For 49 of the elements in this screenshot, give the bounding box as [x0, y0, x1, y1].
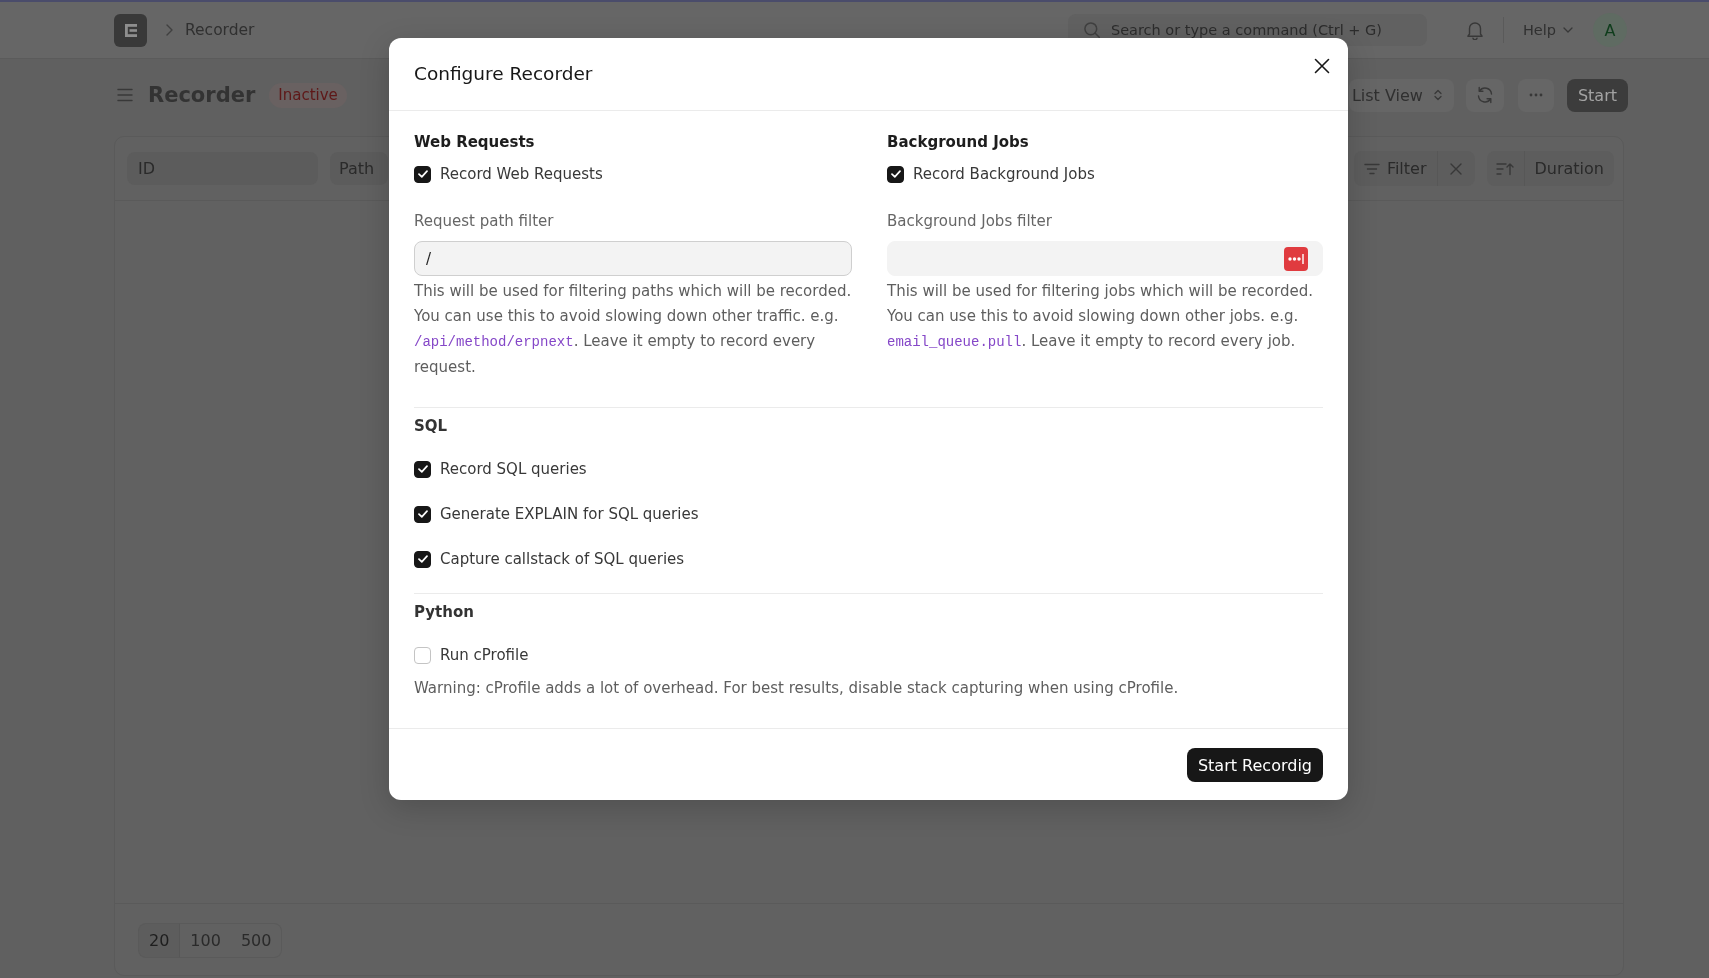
- logo-icon[interactable]: [114, 13, 147, 47]
- help-text: This will be used for filtering paths which will be recorded. You can use this to avoid slowing down other traffic. e.g. /api/method/erpnext. Leave it empty to record every request.: [414, 281, 852, 378]
- search-icon: [1083, 22, 1100, 38]
- refresh-icon: [1475, 86, 1494, 104]
- section-heading: Python: [414, 602, 475, 623]
- status-badge: Inactive: [269, 82, 347, 108]
- caret-down-icon: [1563, 27, 1573, 33]
- text-input[interactable]: [887, 241, 1323, 276]
- text-input[interactable]: /: [414, 241, 852, 276]
- checkmark-icon: [890, 170, 901, 178]
- user-avatar[interactable]: A: [1593, 13, 1627, 47]
- checkmark-icon: [417, 510, 428, 518]
- up-down-chevron-icon: [1433, 89, 1442, 101]
- checkbox[interactable]: [414, 460, 431, 478]
- checkbox[interactable]: [414, 550, 431, 568]
- checkbox-label: Record Web Requests: [440, 164, 603, 185]
- checkbox-label: Record Background Jobs: [913, 164, 1095, 185]
- refresh-button[interactable]: [1465, 78, 1504, 112]
- warning-text: Warning: cProfile adds a lot of overhead. For best results, disable stack capturing when using cProfile.: [414, 678, 1180, 699]
- checkmark-icon: [417, 170, 428, 178]
- start-recording-button[interactable]: Start Recordig: [1186, 748, 1323, 782]
- more-icon: [1528, 93, 1543, 97]
- checkbox[interactable]: [887, 165, 904, 183]
- field-label: Request path filter: [414, 211, 555, 232]
- dialog-title: Configure Recorder: [414, 62, 593, 86]
- checkbox-label: Capture callstack of SQL queries: [440, 549, 685, 570]
- checkmark-icon: [417, 465, 428, 473]
- checkbox-label: Generate EXPLAIN for SQL queries: [440, 504, 699, 525]
- chevron-right-icon: [166, 24, 173, 36]
- close-icon: [1449, 162, 1462, 175]
- page-size-button[interactable]: 100: [180, 923, 231, 958]
- sort-icon: [1495, 161, 1514, 176]
- checkmark-icon: [417, 555, 428, 563]
- checkbox-label: Run cProfile: [440, 645, 529, 666]
- checkbox[interactable]: [414, 165, 431, 183]
- checkbox-label: Record SQL queries: [440, 459, 587, 480]
- checkbox[interactable]: [414, 505, 431, 523]
- help-text: This will be used for filtering jobs which will be recorded. You can use this to avoid slowing down other jobs. e.g. email_queue.pull. Leave it empty to record every job.: [887, 281, 1314, 352]
- ellipsis-icon[interactable]: [1284, 247, 1308, 271]
- section-heading: SQL: [414, 416, 449, 437]
- start-button[interactable]: Start: [1566, 78, 1628, 112]
- page-size-button[interactable]: 500: [230, 923, 283, 958]
- section-heading: Background Jobs: [887, 132, 1030, 153]
- filter-icon: [1363, 162, 1380, 175]
- page-size-button[interactable]: 20: [138, 923, 181, 958]
- section-heading: Web Requests: [414, 132, 536, 153]
- field-label: Background Jobs filter: [887, 211, 1053, 232]
- close-icon: [1314, 58, 1330, 74]
- bell-icon[interactable]: [1465, 20, 1484, 40]
